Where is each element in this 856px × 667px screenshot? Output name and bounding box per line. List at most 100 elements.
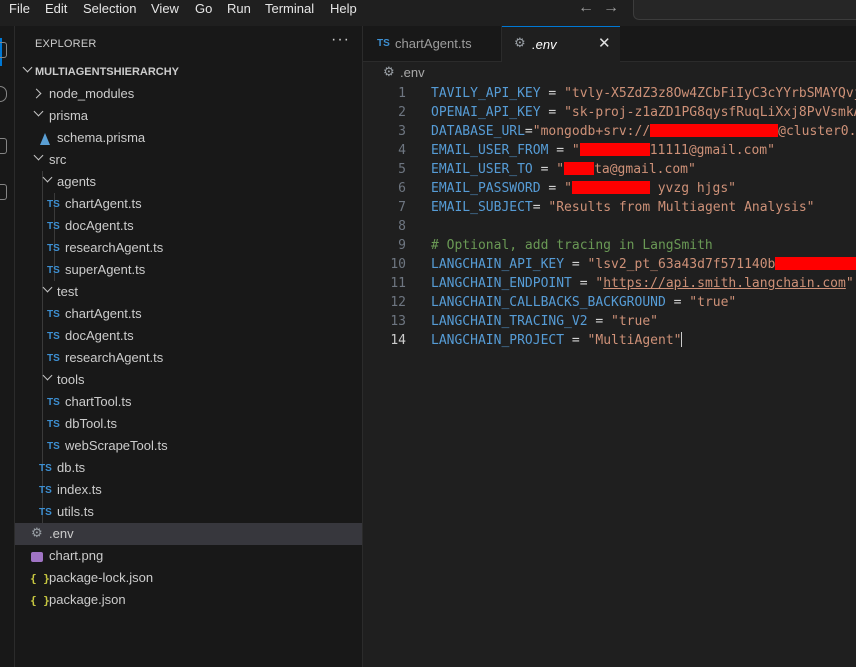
explorer-title: EXPLORER: [35, 38, 97, 50]
tree-root-folder[interactable]: MULTIAGENTSHIERARCHY: [15, 61, 362, 83]
env-value: ": [556, 162, 565, 177]
tree-folder-prisma[interactable]: prisma: [15, 105, 362, 127]
typescript-icon: TS: [47, 353, 60, 364]
env-value: "sk-proj-z1aZD1PG8qysfRuqLiXxj8PvVsmkA: [564, 105, 856, 120]
explorer-sidebar: EXPLORER ··· MULTIAGENTSHIERARCHY node_m…: [15, 26, 363, 667]
tree-file-package-lock[interactable]: { } package-lock.json: [15, 567, 362, 589]
line-number: 12: [390, 295, 406, 310]
equals: =: [540, 181, 565, 196]
code-line: 10 LANGCHAIN_API_KEY = "lsv2_pt_63a43d7f…: [363, 255, 856, 274]
env-value: "true": [689, 295, 737, 310]
menu-terminal[interactable]: Terminal: [265, 0, 314, 18]
tree-file-chart-png[interactable]: chart.png: [15, 545, 362, 567]
gear-icon: ⚙: [383, 64, 395, 79]
gear-icon: ⚙: [514, 35, 526, 50]
env-value: ": [571, 143, 580, 158]
code-line: 7 EMAIL_SUBJECT= "Results from Multiagen…: [363, 198, 856, 217]
tree-file-test-doc[interactable]: TS docAgent.ts: [15, 325, 362, 347]
code-line-current: 14 LANGCHAIN_PROJECT = "MultiAgent": [363, 331, 856, 350]
env-value: 11111@gmail.com": [649, 143, 775, 158]
menu-go[interactable]: Go: [195, 0, 212, 18]
env-key: LANGCHAIN_TRACING_V2: [431, 314, 588, 329]
code-editor[interactable]: 1 TAVILY_API_KEY = "tvly-X5ZdZ3z8Ow4ZCbF…: [363, 84, 856, 667]
menu-file[interactable]: File: [9, 0, 30, 18]
extensions-icon[interactable]: [0, 184, 7, 200]
file-label: dbTool.ts: [65, 416, 118, 431]
env-value: ": [845, 276, 854, 291]
tree-file-test-research[interactable]: TS researchAgent.ts: [15, 347, 362, 369]
redaction-mark: [571, 181, 650, 194]
typescript-icon: TS: [47, 441, 60, 452]
tree-file-agents-super[interactable]: TS superAgent.ts: [15, 259, 362, 281]
menu-run[interactable]: Run: [227, 0, 251, 18]
chevron-down-icon: [33, 150, 44, 161]
prisma-icon: [40, 133, 50, 145]
code-text: LANGCHAIN_CALLBACKS_BACKGROUND = "true": [431, 293, 736, 312]
menu-selection[interactable]: Selection: [83, 0, 136, 18]
tree-file-env[interactable]: ⚙ .env: [15, 523, 362, 545]
folder-label: tools: [57, 372, 85, 387]
back-arrow-icon[interactable]: ←: [578, 0, 594, 18]
tree-file-agents-chart[interactable]: TS chartAgent.ts: [15, 193, 362, 215]
line-number: 10: [390, 257, 406, 272]
breadcrumb: ⚙ .env: [363, 62, 856, 84]
tree-file-utils[interactable]: TS utils.ts: [15, 501, 362, 523]
menu-help[interactable]: Help: [330, 0, 357, 18]
tree-file-tools-chart[interactable]: TS chartTool.ts: [15, 391, 362, 413]
tree-file-tools-webscrape[interactable]: TS webScrapeTool.ts: [15, 435, 362, 457]
equals: =: [540, 105, 565, 120]
line-number: 13: [390, 314, 406, 329]
env-key: TAVILY_API_KEY: [431, 86, 541, 101]
line-number: 8: [398, 219, 406, 234]
code-text: TAVILY_API_KEY = "tvly-X5ZdZ3z8Ow4ZCbFiI…: [431, 84, 856, 103]
forward-arrow-icon[interactable]: →: [603, 0, 619, 18]
typescript-icon: TS: [47, 397, 60, 408]
tree-file-test-chart[interactable]: TS chartAgent.ts: [15, 303, 362, 325]
file-label: researchAgent.ts: [65, 240, 164, 255]
close-icon[interactable]: ✕: [598, 34, 611, 52]
file-label: chartTool.ts: [65, 394, 132, 409]
tree-file-schema-prisma[interactable]: schema.prisma: [15, 127, 362, 149]
code-text: LANGCHAIN_PROJECT = "MultiAgent": [431, 331, 683, 350]
equals: =: [540, 86, 565, 101]
folder-label: node_modules: [49, 86, 135, 101]
tab-label: .env: [532, 37, 557, 52]
tree-file-package[interactable]: { } package.json: [15, 589, 362, 611]
file-label: chartAgent.ts: [65, 306, 142, 321]
redaction-mark: [650, 124, 779, 137]
command-center-search[interactable]: [633, 0, 856, 20]
tree-file-index[interactable]: TS index.ts: [15, 479, 362, 501]
tab-chartagent[interactable]: TS chartAgent.ts: [363, 26, 502, 61]
code-text: LANGCHAIN_ENDPOINT = "https://api.smith.…: [431, 274, 854, 293]
line-number: 6: [398, 181, 406, 196]
search-icon[interactable]: [0, 86, 7, 102]
line-number: 14: [390, 333, 406, 348]
code-line: 11 LANGCHAIN_ENDPOINT = "https://api.smi…: [363, 274, 856, 293]
tree-folder-tools[interactable]: tools: [15, 369, 362, 391]
breadcrumb-item[interactable]: .env: [400, 65, 425, 80]
more-actions-icon[interactable]: ···: [331, 31, 350, 49]
gear-icon: ⚙: [31, 525, 43, 540]
tree-folder-agents[interactable]: agents: [15, 171, 362, 193]
env-value: "lsv2_pt_63a43d7f571140b: [587, 257, 776, 272]
tree-folder-src[interactable]: src: [15, 149, 362, 171]
folder-label: src: [49, 152, 67, 167]
source-control-icon[interactable]: [0, 138, 7, 154]
tree-file-db[interactable]: TS db.ts: [15, 457, 362, 479]
tree-folder-test[interactable]: test: [15, 281, 362, 303]
tree-file-tools-db[interactable]: TS dbTool.ts: [15, 413, 362, 435]
tree-file-agents-research[interactable]: TS researchAgent.ts: [15, 237, 362, 259]
tree-folder-node-modules[interactable]: node_modules: [15, 83, 362, 105]
redaction-mark: [579, 143, 650, 156]
chevron-right-icon: [31, 88, 42, 99]
code-comment: # Optional, add tracing in LangSmith: [431, 238, 713, 253]
menu-edit[interactable]: Edit: [45, 0, 67, 18]
endpoint-link[interactable]: https://api.smith.langchain.com: [603, 276, 846, 291]
file-label: utils.ts: [57, 504, 94, 519]
env-key: EMAIL_SUBJECT: [431, 200, 533, 215]
menu-view[interactable]: View: [151, 0, 179, 18]
tree-file-agents-doc[interactable]: TS docAgent.ts: [15, 215, 362, 237]
env-value: "MultiAgent": [587, 333, 682, 348]
tab-env[interactable]: ⚙ .env ✕: [502, 26, 620, 62]
explorer-icon[interactable]: [0, 42, 7, 58]
